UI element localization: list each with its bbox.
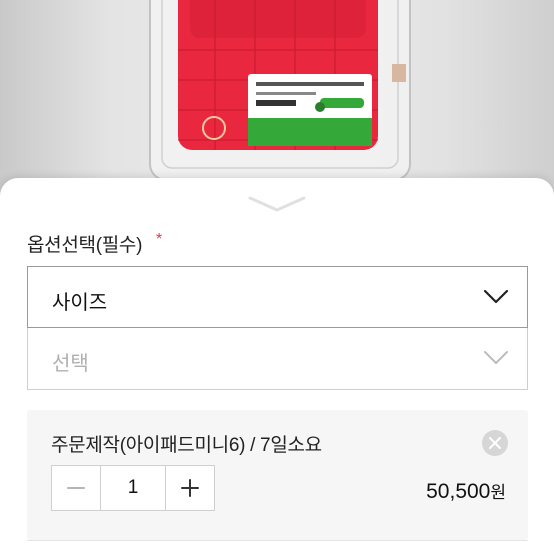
size-select-label: 사이즈 <box>52 292 108 314</box>
minus-icon <box>67 487 85 489</box>
chevron-down-icon <box>484 351 508 364</box>
option-bottom-sheet: 옵션선택(필수) * 사이즈 선택 주문제작(아이패드미니6) / 7일소요 1… <box>0 178 554 554</box>
sheet-collapse-handle[interactable] <box>248 194 306 216</box>
option-choice-placeholder: 선택 <box>52 353 89 375</box>
option-choice-select[interactable]: 선택 <box>27 328 528 390</box>
quantity-stepper: 1 <box>51 465 215 511</box>
price-unit: 원 <box>490 483 506 502</box>
price-amount: 50,500 <box>426 480 491 503</box>
selected-option-name: 주문제작(아이패드미니6) / 7일소요 <box>51 435 322 456</box>
chevron-down-icon <box>483 289 509 304</box>
remove-option-button[interactable] <box>482 430 508 456</box>
option-select-title: 옵션선택(필수) <box>27 235 143 256</box>
increase-quantity-button[interactable] <box>166 466 214 510</box>
close-icon <box>489 437 501 449</box>
selected-option-card: 주문제작(아이패드미니6) / 7일소요 1 50,500원 <box>27 410 528 540</box>
plus-icon <box>181 479 199 497</box>
quantity-value[interactable]: 1 <box>100 466 166 510</box>
divider <box>27 540 528 541</box>
required-mark: * <box>156 231 163 248</box>
decrease-quantity-button[interactable] <box>52 466 100 510</box>
chevron-down-icon <box>248 196 306 212</box>
option-price: 50,500원 <box>426 478 506 504</box>
size-select[interactable]: 사이즈 <box>27 266 528 328</box>
product-photo <box>0 0 554 200</box>
